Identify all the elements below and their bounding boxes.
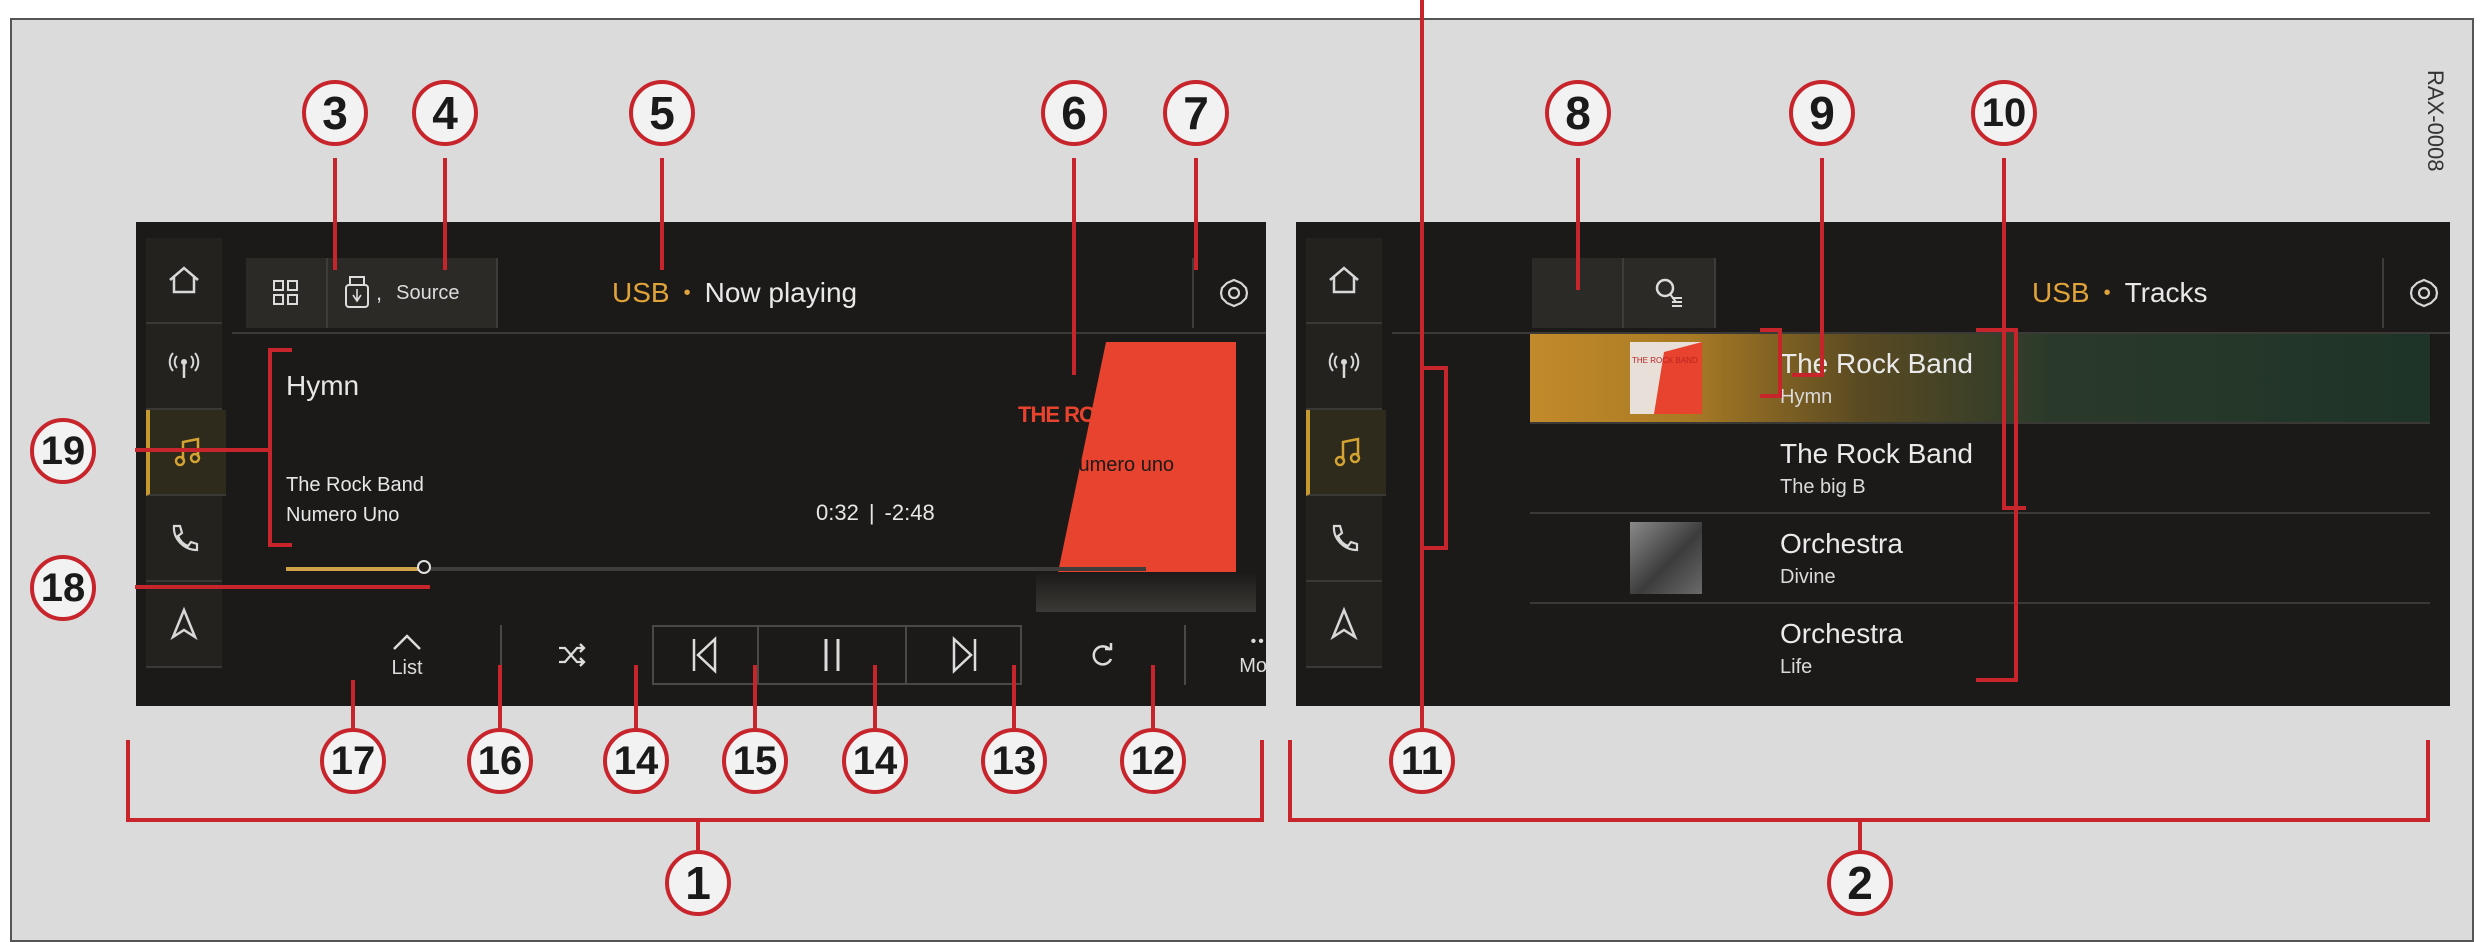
callout-lines <box>126 0 2430 850</box>
callout-14-previous: 14 <box>603 728 669 794</box>
callout-3: 3 <box>302 80 368 146</box>
callout-4: 4 <box>412 80 478 146</box>
callout-14-next: 14 <box>842 728 908 794</box>
callout-5: 5 <box>629 80 695 146</box>
callout-1: 1 <box>665 850 731 916</box>
callout-7: 7 <box>1163 80 1229 146</box>
callout-15: 15 <box>722 728 788 794</box>
callout-18: 18 <box>30 555 96 621</box>
callout-13: 13 <box>981 728 1047 794</box>
callout-10: 10 <box>1971 80 2037 146</box>
callout-19: 19 <box>30 418 96 484</box>
callout-11: 11 <box>1389 728 1455 794</box>
callout-16: 16 <box>467 728 533 794</box>
callout-6: 6 <box>1041 80 1107 146</box>
callout-17: 17 <box>320 728 386 794</box>
callout-8: 8 <box>1545 80 1611 146</box>
callout-9: 9 <box>1789 80 1855 146</box>
callout-2: 2 <box>1827 850 1893 916</box>
callout-12: 12 <box>1120 728 1186 794</box>
